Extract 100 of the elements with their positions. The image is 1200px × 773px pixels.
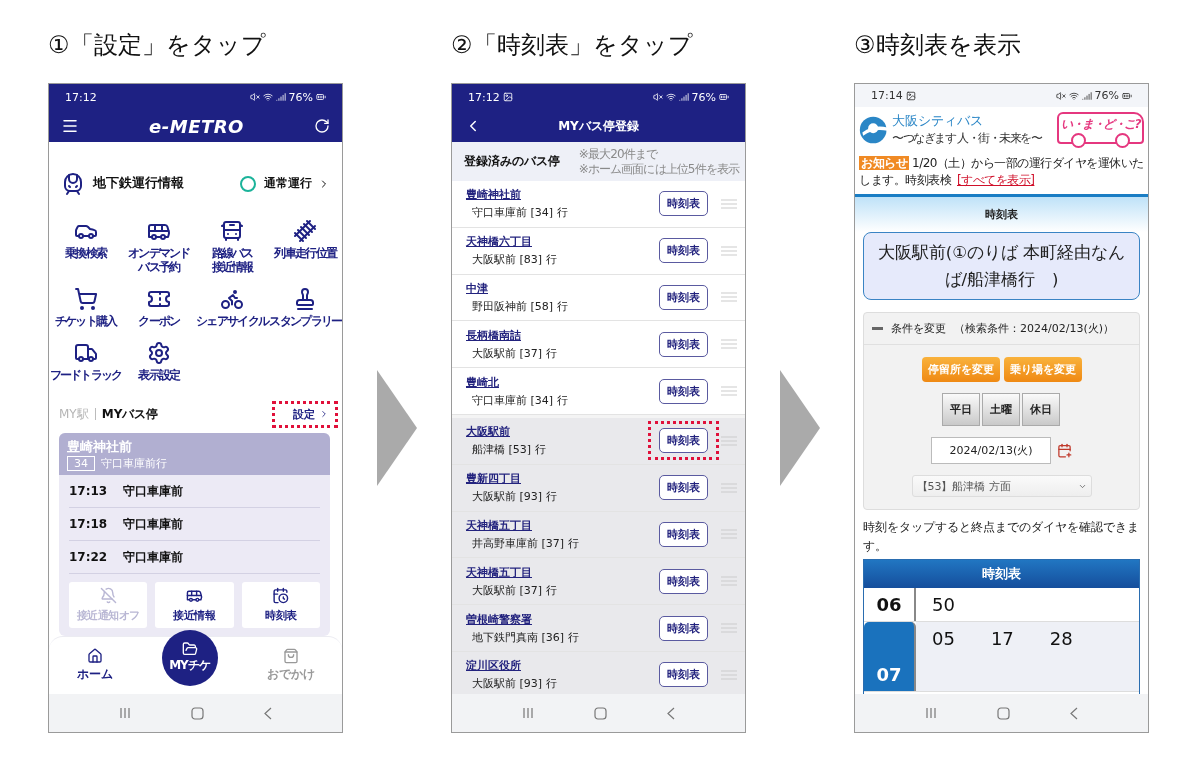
drag-handle-icon[interactable] bbox=[721, 198, 737, 209]
menu-item[interactable]: オンデマンド バス予約 bbox=[122, 218, 196, 277]
settings-link[interactable]: 設定 bbox=[272, 400, 338, 428]
stop-name: 豊崎神社前 bbox=[67, 438, 133, 456]
stop-name-link[interactable]: 曽根崎警察署 bbox=[466, 611, 532, 627]
image-notification-icon bbox=[502, 92, 513, 102]
stop-name-link[interactable]: 天神橋五丁目 bbox=[466, 564, 532, 580]
menu-item[interactable]: 路線バス 接近情報 bbox=[195, 218, 269, 277]
timetable-button[interactable]: 時刻表 bbox=[659, 662, 708, 688]
battery-icon bbox=[719, 92, 729, 102]
minute-cell[interactable]: 50 bbox=[932, 593, 955, 615]
chevron-icon bbox=[319, 409, 329, 419]
route-number: 34 bbox=[67, 456, 95, 471]
refresh-icon[interactable] bbox=[314, 118, 330, 134]
stop-name-link[interactable]: 淀川区役所 bbox=[466, 658, 521, 674]
bag-icon bbox=[282, 648, 299, 664]
stop-name-link[interactable]: 長柄橋南詰 bbox=[466, 327, 521, 343]
menu-item[interactable]: フードトラック bbox=[49, 340, 123, 385]
stop-name-link[interactable]: 天神橋六丁目 bbox=[466, 234, 532, 250]
day-type-button[interactable]: 平日 bbox=[942, 393, 980, 427]
stop-name-link[interactable]: 中津 bbox=[466, 281, 488, 296]
bus-icon bbox=[220, 218, 245, 243]
my-ticket-button[interactable]: MYチケ bbox=[161, 629, 218, 686]
menu-item[interactable]: 乗換検索 bbox=[49, 218, 123, 277]
conditions-toggle[interactable]: 条件を変更 bbox=[891, 321, 946, 337]
menu-item[interactable]: 表示設定 bbox=[122, 340, 196, 385]
drag-handle-icon[interactable] bbox=[721, 339, 737, 350]
home-icon[interactable] bbox=[594, 706, 607, 720]
timetable-button[interactable]: 時刻表 bbox=[659, 521, 708, 547]
timetable-button[interactable]: 時刻表 bbox=[659, 238, 708, 264]
service-status-link[interactable]: 通常運行 bbox=[264, 176, 330, 192]
settings-icon bbox=[146, 340, 171, 365]
stop-name-link[interactable]: 豊崎神社前 bbox=[466, 187, 521, 203]
wifi-icon bbox=[665, 92, 676, 102]
day-type-button[interactable]: 休日 bbox=[1022, 393, 1060, 427]
drag-handle-icon[interactable] bbox=[721, 292, 737, 303]
timetable-button[interactable]: 時刻表 bbox=[659, 428, 708, 454]
mute-icon bbox=[1055, 90, 1066, 101]
stop-name-link[interactable]: 天神橋五丁目 bbox=[466, 517, 532, 533]
timetable-button[interactable]: 時刻表 bbox=[659, 615, 708, 641]
date-field[interactable]: 2024/02/13(火) bbox=[931, 437, 1051, 465]
departure-time: 17:13 bbox=[69, 484, 108, 498]
screen-title: MYバス停登録 bbox=[557, 117, 640, 135]
departure-time: 17:18 bbox=[69, 517, 108, 531]
timetable-button[interactable]: 時刻表 bbox=[659, 331, 708, 357]
stop-name-link[interactable]: 大阪駅前 bbox=[466, 424, 510, 440]
menu-item[interactable]: チケット購入 bbox=[49, 286, 123, 331]
calendar-icon[interactable] bbox=[1057, 443, 1072, 459]
home-icon[interactable] bbox=[997, 706, 1010, 720]
drag-handle-icon[interactable] bbox=[721, 386, 737, 397]
notice-text: お知らせ 1/20（土）から一部の運行ダイヤを運休いたします。時刻表検 [すべてを表示] bbox=[858, 155, 1145, 190]
minute-cell[interactable]: 05 bbox=[932, 627, 955, 649]
menu-icon[interactable] bbox=[61, 117, 79, 135]
timetable-button[interactable]: 時刻表 bbox=[659, 191, 708, 217]
timetable-button[interactable]: 時刻表 bbox=[659, 475, 708, 501]
stop-destination: 守口車庫前 [34] 行 bbox=[471, 205, 569, 221]
mute-icon bbox=[652, 92, 663, 102]
stop-destination: 大阪駅前 [37] 行 bbox=[471, 582, 558, 598]
departure-destination: 守口車庫前 bbox=[123, 482, 184, 500]
card-action-button[interactable]: 接近情報 bbox=[155, 582, 234, 628]
menu-item[interactable]: スタンプラリー bbox=[268, 286, 342, 331]
day-type-button[interactable]: 土曜 bbox=[982, 393, 1020, 427]
step-caption: ①「設定」をタップ bbox=[48, 29, 267, 61]
recents-icon[interactable] bbox=[522, 707, 534, 719]
show-all-link[interactable]: [すべてを表示] bbox=[957, 173, 1035, 188]
tab[interactable]: MYバス停 bbox=[101, 405, 159, 423]
brand-name: 大阪シティバス bbox=[892, 113, 984, 130]
menu-item[interactable]: 列車走行位置 bbox=[268, 218, 342, 277]
wifi-icon bbox=[1068, 90, 1079, 101]
section-title-bar: 時刻表 bbox=[855, 193, 1148, 232]
route-destination: 守口車庫前行 bbox=[101, 456, 167, 471]
departure-destination: 守口車庫前 bbox=[123, 548, 184, 566]
menu-item[interactable]: クーポン bbox=[122, 286, 196, 331]
minute-cell[interactable]: 28 bbox=[1049, 627, 1073, 649]
section-title: 登録済みのバス停 bbox=[464, 153, 560, 170]
stop-destination: 大阪駅前 [93] 行 bbox=[471, 489, 558, 505]
home-icon[interactable] bbox=[191, 706, 204, 720]
hint-text: 時刻をタップすると終点までのダイヤを確認できます。 bbox=[863, 519, 1140, 556]
route-select[interactable]: 【53】船津橋 方面 bbox=[911, 475, 1092, 498]
stop-destination: 野田阪神前 [58] 行 bbox=[471, 299, 569, 314]
departure-destination: 守口車庫前 bbox=[123, 515, 184, 533]
recents-icon[interactable] bbox=[119, 707, 131, 719]
timetable-header: 時刻表 bbox=[864, 559, 1139, 588]
stop-name-link[interactable]: 豊新四丁目 bbox=[466, 471, 521, 487]
nav-tab[interactable]: ホーム bbox=[70, 647, 119, 684]
recents-icon[interactable] bbox=[925, 707, 937, 719]
wifi-icon bbox=[262, 92, 273, 102]
timetable-button[interactable]: 時刻表 bbox=[659, 285, 708, 310]
menu-item[interactable]: シェアサイクル bbox=[195, 286, 269, 331]
timetable-button[interactable]: 時刻表 bbox=[659, 378, 708, 404]
battery-percent: 76% bbox=[691, 90, 716, 104]
signal-icon bbox=[1081, 90, 1092, 101]
bus-company-logo bbox=[859, 115, 889, 145]
stop-destination: 地下鉄門真南 [36] 行 bbox=[471, 629, 580, 645]
timetable-button[interactable]: 時刻表 bbox=[659, 568, 708, 594]
stop-name-link[interactable]: 豊崎北 bbox=[466, 374, 499, 390]
drag-handle-icon[interactable] bbox=[721, 245, 737, 256]
card-action-button[interactable]: 時刻表 bbox=[241, 582, 320, 628]
minute-cell[interactable]: 17 bbox=[990, 627, 1014, 649]
hour-cell[interactable]: 07 bbox=[864, 621, 916, 691]
